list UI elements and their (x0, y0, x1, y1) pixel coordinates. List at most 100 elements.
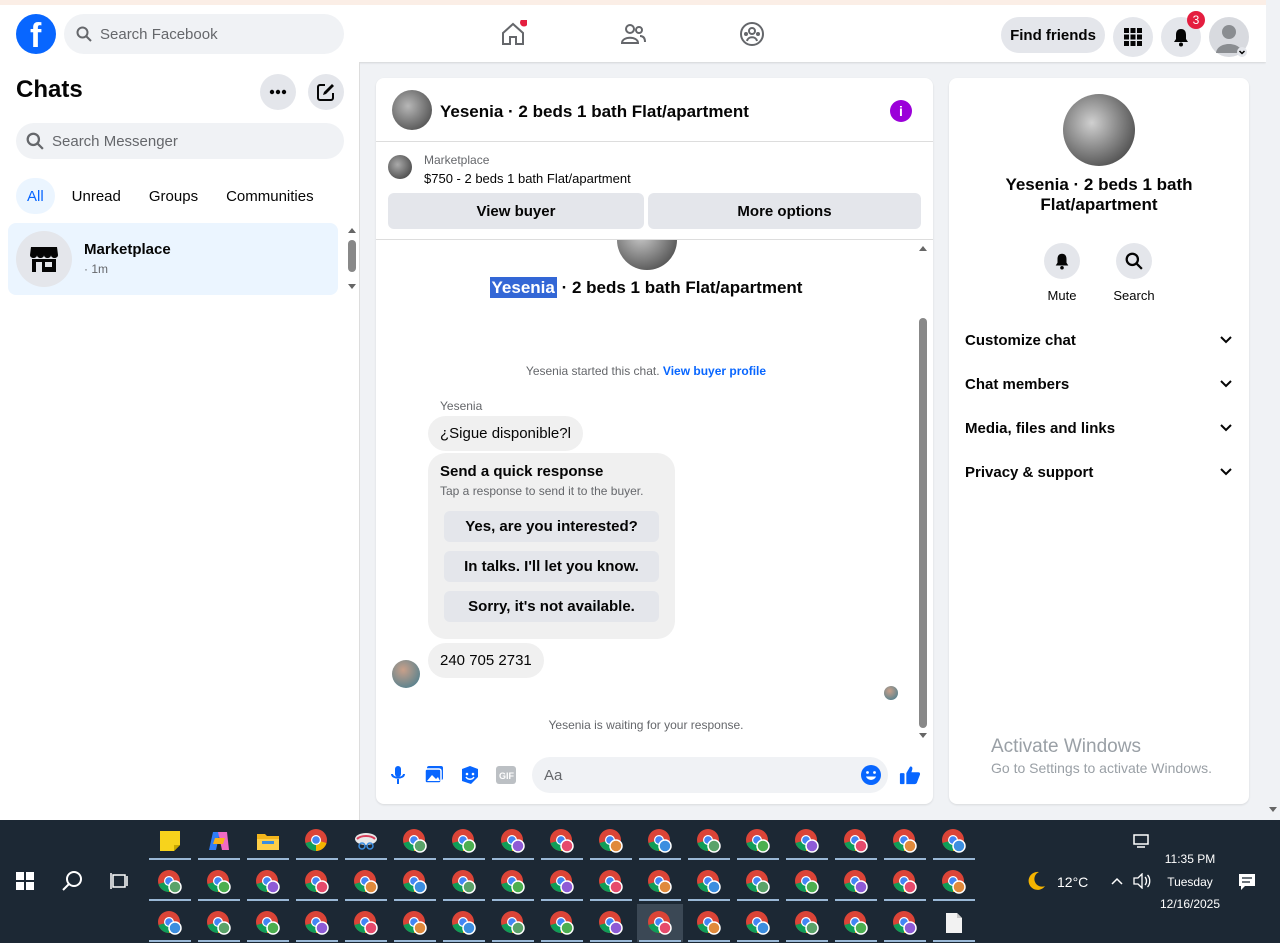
chrome-app-icon[interactable] (833, 863, 879, 901)
groups-icon[interactable] (735, 17, 769, 51)
mute-button[interactable]: Mute (1032, 243, 1092, 303)
chrome-app-icon[interactable] (637, 822, 683, 860)
chrome-app-icon[interactable] (343, 904, 389, 942)
chrome-app-icon[interactable] (588, 904, 634, 942)
chat-members-section[interactable]: Chat members (965, 362, 1233, 406)
filter-groups[interactable]: Groups (138, 178, 209, 214)
search-conversation-button[interactable]: Search (1104, 243, 1164, 303)
view-buyer-button[interactable]: View buyer (388, 193, 644, 229)
chrome-app-icon[interactable] (735, 822, 781, 860)
taskbar-search-icon[interactable] (49, 862, 95, 900)
menu-grid-icon[interactable] (1113, 17, 1153, 57)
weather-temperature[interactable]: 12°C (1057, 874, 1088, 890)
chat-list-scrollbar[interactable] (346, 226, 358, 292)
privacy-support-section[interactable]: Privacy & support (965, 450, 1233, 494)
chrome-app-icon[interactable] (147, 904, 193, 942)
filter-all[interactable]: All (16, 178, 55, 214)
clock-date[interactable]: 12/16/2025 (1155, 897, 1225, 911)
chrome-app-icon[interactable] (245, 904, 291, 942)
chrome-app-icon[interactable] (686, 863, 732, 901)
chrome-app-icon[interactable] (147, 863, 193, 901)
chrome-app-icon[interactable] (343, 863, 389, 901)
chrome-app-icon[interactable] (490, 863, 536, 901)
clock-time[interactable]: 11:35 PM (1160, 852, 1220, 866)
chrome-app-icon[interactable] (784, 863, 830, 901)
sender-avatar[interactable] (392, 660, 420, 688)
listing-avatar[interactable] (392, 90, 432, 130)
emoji-icon[interactable] (860, 764, 882, 786)
chrome-app-icon[interactable] (882, 822, 928, 860)
sticker-icon[interactable] (459, 764, 481, 786)
chrome-app-icon[interactable] (392, 822, 438, 860)
chrome-app-icon[interactable] (882, 904, 928, 942)
chrome-app-icon[interactable] (294, 822, 340, 860)
chrome-app-icon[interactable] (588, 822, 634, 860)
photo-icon[interactable] (423, 764, 445, 786)
info-icon[interactable]: i (890, 100, 912, 122)
more-options-button[interactable]: More options (648, 193, 921, 229)
chrome-app-icon[interactable] (637, 863, 683, 901)
chrome-app-icon[interactable] (882, 863, 928, 901)
file-explorer-app-icon[interactable] (245, 822, 291, 860)
volume-icon[interactable] (1133, 872, 1151, 892)
thumbs-up-icon[interactable] (899, 764, 921, 786)
windows-start-icon[interactable] (2, 862, 48, 900)
quick-response-in-talks-button[interactable]: In talks. I'll let you know. (444, 551, 659, 582)
chrome-app-icon[interactable] (784, 822, 830, 860)
more-options-icon[interactable] (260, 74, 296, 110)
weather-moon-icon[interactable] (1025, 870, 1047, 895)
media-files-links-section[interactable]: Media, files and links (965, 406, 1233, 450)
filter-unread[interactable]: Unread (61, 178, 132, 214)
quick-response-yes-button[interactable]: Yes, are you interested? (444, 511, 659, 542)
chrome-app-icon[interactable] (686, 904, 732, 942)
notifications-bell-icon[interactable]: 3 (1161, 11, 1205, 57)
chrome-app-icon[interactable] (392, 863, 438, 901)
quick-response-not-available-button[interactable]: Sorry, it's not available. (444, 591, 659, 622)
friends-icon[interactable] (616, 17, 650, 51)
view-buyer-profile-link[interactable]: View buyer profile (663, 364, 766, 378)
chrome-app-icon[interactable] (245, 863, 291, 901)
chrome-app-icon[interactable] (539, 863, 585, 901)
chrome-app-icon[interactable] (735, 904, 781, 942)
chrome-app-icon[interactable] (637, 904, 683, 942)
chrome-app-icon[interactable] (441, 904, 487, 942)
chrome-app-icon[interactable] (931, 822, 977, 860)
copilot-app-icon[interactable] (196, 822, 242, 860)
chrome-app-icon[interactable] (833, 822, 879, 860)
network-icon[interactable] (1133, 834, 1151, 853)
gif-icon[interactable]: GIF (495, 764, 517, 786)
message-bubble-phone[interactable]: 240 705 2731 (428, 643, 544, 678)
facebook-logo-icon[interactable]: f (16, 14, 56, 55)
find-friends-button[interactable]: Find friends (1001, 17, 1105, 53)
notification-center-icon[interactable] (1238, 873, 1256, 894)
chrome-app-icon[interactable] (294, 904, 340, 942)
chrome-app-icon[interactable] (196, 904, 242, 942)
chrome-app-icon[interactable] (490, 822, 536, 860)
chrome-app-icon[interactable] (196, 863, 242, 901)
chrome-app-icon[interactable] (833, 904, 879, 942)
new-message-icon[interactable] (308, 74, 344, 110)
chrome-app-icon[interactable] (784, 904, 830, 942)
chrome-app-icon[interactable] (931, 863, 977, 901)
message-bubble[interactable]: ¿Sigue disponible?l (428, 416, 583, 451)
sticky-notes-app-icon[interactable] (147, 822, 193, 860)
clock-day[interactable]: Tuesday (1160, 875, 1220, 889)
thread-scrollbar[interactable] (916, 242, 930, 742)
chrome-app-icon[interactable] (539, 822, 585, 860)
snipping-tool-app-icon[interactable] (343, 822, 389, 860)
notepad-app-icon[interactable] (931, 904, 977, 942)
customize-chat-section[interactable]: Customize chat (965, 318, 1233, 362)
chat-list-item-marketplace[interactable]: Marketplace · 1m (8, 223, 338, 295)
chrome-app-icon[interactable] (588, 863, 634, 901)
chrome-app-icon[interactable] (294, 863, 340, 901)
microphone-icon[interactable] (387, 764, 409, 786)
search-messenger-input[interactable]: Search Messenger (16, 123, 344, 159)
chrome-app-icon[interactable] (441, 863, 487, 901)
facebook-search-input[interactable]: Search Facebook (64, 14, 344, 54)
filter-communities[interactable]: Communities (215, 178, 325, 214)
conversation-title[interactable]: Yesenia · 2 beds 1 bath Flat/apartment (440, 102, 749, 122)
task-view-icon[interactable] (97, 862, 143, 900)
chrome-app-icon[interactable] (735, 863, 781, 901)
message-input[interactable]: Aa (532, 757, 888, 793)
chrome-app-icon[interactable] (490, 904, 536, 942)
